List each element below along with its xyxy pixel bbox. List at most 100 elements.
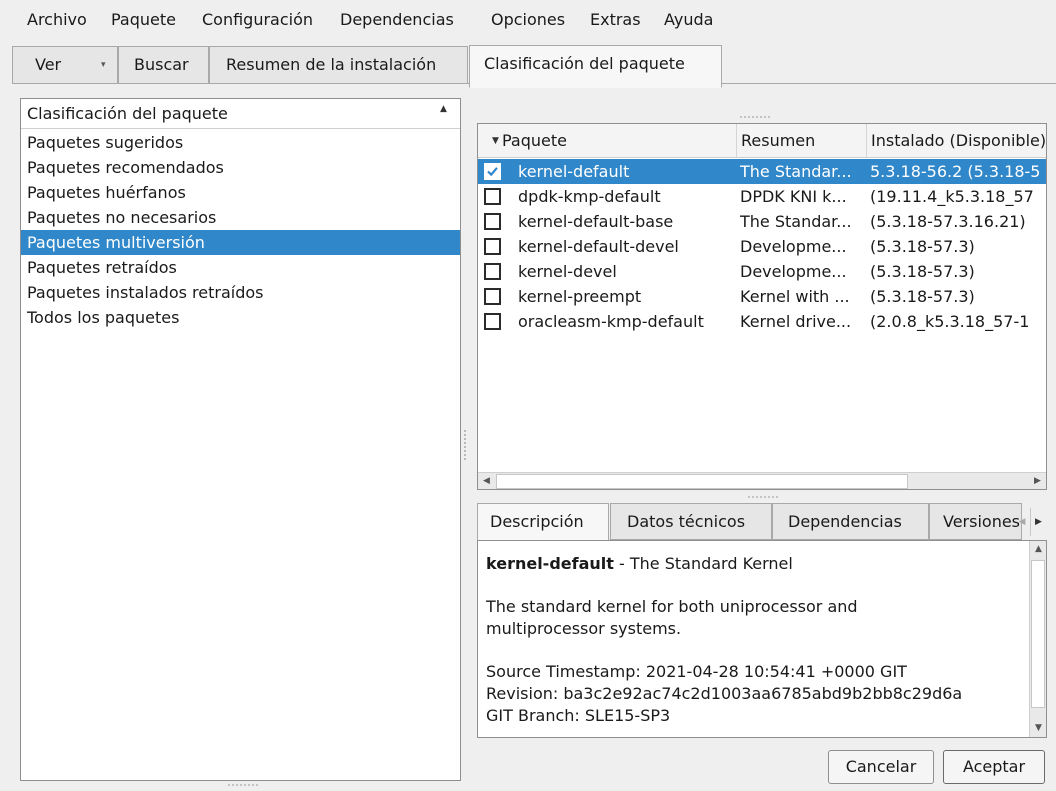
vertical-scroll-thumb[interactable]: [1031, 560, 1045, 708]
tab-buscar[interactable]: Buscar: [118, 46, 209, 84]
classification-header-label: Clasificación del paquete: [27, 104, 228, 123]
sort-down-icon: ▼: [492, 136, 499, 146]
vertical-scrollbar[interactable]: ▲ ▼: [1029, 541, 1046, 737]
package-summary: The Standar...: [740, 212, 852, 231]
menu-extras[interactable]: Extras: [590, 9, 641, 31]
package-name: kernel-preempt: [518, 287, 642, 306]
package-list: ▼ Paquete Resumen Instalado (Disponible)…: [477, 123, 1047, 490]
package-row[interactable]: dpdk-kmp-default DPDK KNI k... (19.11.4_…: [478, 184, 1046, 209]
package-checkbox[interactable]: [484, 288, 501, 305]
scroll-right-icon[interactable]: ▶: [1029, 473, 1046, 489]
classification-item-huerfanos[interactable]: Paquetes huérfanos: [21, 180, 460, 205]
column-resumen-label: Resumen: [741, 131, 816, 150]
sort-up-icon: ▲: [440, 104, 447, 114]
bottom-splitter-handle[interactable]: [228, 784, 258, 787]
package-version: 5.3.18-56.2 (5.3.18-5: [870, 162, 1041, 181]
classification-item-todos[interactable]: Todos los paquetes: [21, 305, 460, 330]
menu-opciones[interactable]: Opciones: [491, 9, 565, 31]
tab-scroll-right-icon[interactable]: ▶: [1030, 508, 1046, 536]
package-row[interactable]: kernel-default-base The Standar... (5.3.…: [478, 209, 1046, 234]
package-version: (5.3.18-57.3): [870, 237, 975, 256]
tab-descripcion[interactable]: Descripción: [477, 503, 609, 541]
description-timestamp: Source Timestamp: 2021-04-28 10:54:41 +0…: [486, 662, 907, 681]
horizontal-scrollbar[interactable]: ◀ ▶: [478, 472, 1046, 489]
package-description: kernel-default - The Standard Kernel The…: [477, 540, 1047, 738]
package-checkbox[interactable]: [484, 313, 501, 330]
package-summary: Kernel drive...: [740, 312, 852, 331]
tab-ver-label: Ver: [35, 55, 62, 74]
scroll-left-icon[interactable]: ◀: [478, 473, 495, 489]
package-row[interactable]: kernel-preempt Kernel with ... (5.3.18-5…: [478, 284, 1046, 309]
menu-configuracion[interactable]: Configuración: [202, 9, 313, 31]
tab-clasificacion-paquete[interactable]: Clasificación del paquete: [469, 45, 722, 88]
package-checkbox[interactable]: [484, 238, 501, 255]
package-name: oracleasm-kmp-default: [518, 312, 704, 331]
accept-button[interactable]: Aceptar: [943, 750, 1045, 784]
tab-versiones-label: Versiones: [943, 512, 1021, 531]
classification-item-retraidos[interactable]: Paquetes retraídos: [21, 255, 460, 280]
package-summary: The Standar...: [740, 162, 852, 181]
description-revision: Revision: ba3c2e92ac74c2d1003aa6785abd9b…: [486, 684, 963, 703]
horizontal-scroll-thumb[interactable]: [496, 474, 908, 489]
tab-resumen-label: Resumen de la instalación: [226, 55, 437, 74]
column-paquete-label: Paquete: [502, 131, 567, 150]
description-separator: -: [613, 554, 630, 573]
menu-archivo[interactable]: Archivo: [27, 9, 87, 31]
column-resumen[interactable]: Resumen: [737, 124, 867, 158]
vertical-splitter-handle[interactable]: [464, 430, 468, 460]
description-text-line: The standard kernel for both uniprocesso…: [486, 597, 858, 616]
classification-item-instalados-retraidos[interactable]: Paquetes instalados retraídos: [21, 280, 460, 305]
tab-ver[interactable]: Ver ▾: [12, 46, 118, 84]
tab-versiones[interactable]: Versiones: [929, 503, 1022, 540]
scroll-down-icon[interactable]: ▼: [1030, 720, 1046, 737]
menu-bar: Archivo Paquete Configuración Dependenci…: [0, 0, 1056, 38]
tab-scroll-left-icon[interactable]: ◀: [1014, 508, 1030, 536]
classification-header[interactable]: Clasificación del paquete ▲: [21, 99, 460, 129]
package-name: kernel-default-devel: [518, 237, 679, 256]
package-summary: Kernel with ...: [740, 287, 850, 306]
package-row[interactable]: kernel-devel Developme... (5.3.18-57.3): [478, 259, 1046, 284]
tab-buscar-label: Buscar: [134, 55, 189, 74]
column-instalado-label: Instalado (Disponible): [871, 131, 1047, 150]
checkmark-icon: [487, 167, 498, 177]
package-row[interactable]: kernel-default-devel Developme... (5.3.1…: [478, 234, 1046, 259]
dropdown-arrow-icon: ▾: [101, 60, 106, 70]
tab-dependencias-label: Dependencias: [788, 512, 902, 531]
package-checkbox[interactable]: [484, 263, 501, 280]
description-title: kernel-default - The Standard Kernel: [486, 554, 793, 573]
top-splitter-handle[interactable]: [740, 116, 770, 119]
package-row[interactable]: oracleasm-kmp-default Kernel drive... (2…: [478, 309, 1046, 334]
cancel-button[interactable]: Cancelar: [828, 750, 934, 784]
column-instalado[interactable]: Instalado (Disponible): [867, 124, 1047, 158]
classification-item-recomendados[interactable]: Paquetes recomendados: [21, 155, 460, 180]
package-list-header: ▼ Paquete Resumen Instalado (Disponible): [478, 124, 1047, 158]
description-git-branch: GIT Branch: SLE15-SP3: [486, 706, 671, 725]
package-row[interactable]: kernel-default The Standar... 5.3.18-56.…: [478, 159, 1046, 184]
tab-dependencias[interactable]: Dependencias: [772, 503, 929, 540]
package-summary: Developme...: [740, 262, 847, 281]
scroll-up-icon[interactable]: ▲: [1030, 541, 1046, 558]
package-version: (5.3.18-57.3): [870, 287, 975, 306]
package-name: dpdk-kmp-default: [518, 187, 661, 206]
package-name: kernel-devel: [518, 262, 617, 281]
tab-descripcion-label: Descripción: [490, 512, 584, 531]
tab-resumen-instalacion[interactable]: Resumen de la instalación: [209, 46, 468, 84]
package-checkbox[interactable]: [484, 188, 501, 205]
classification-item-multiversion[interactable]: Paquetes multiversión: [21, 230, 460, 255]
menu-ayuda[interactable]: Ayuda: [664, 9, 713, 31]
tab-datos-tecnicos[interactable]: Datos técnicos: [610, 503, 772, 540]
package-summary: DPDK KNI k...: [740, 187, 847, 206]
tab-datos-label: Datos técnicos: [627, 512, 746, 531]
menu-paquete[interactable]: Paquete: [111, 9, 176, 31]
list-detail-splitter-handle[interactable]: [748, 496, 778, 499]
package-version: (5.3.18-57.3.16.21): [870, 212, 1026, 231]
menu-dependencias[interactable]: Dependencias: [340, 9, 454, 31]
package-name: kernel-default: [518, 162, 630, 181]
column-paquete[interactable]: ▼ Paquete: [478, 124, 737, 158]
package-checkbox[interactable]: [484, 163, 501, 180]
classification-item-no-necesarios[interactable]: Paquetes no necesarios: [21, 205, 460, 230]
package-checkbox[interactable]: [484, 213, 501, 230]
classification-item-sugeridos[interactable]: Paquetes sugeridos: [21, 130, 460, 155]
description-package-title: The Standard Kernel: [629, 554, 793, 573]
package-version: (2.0.8_k5.3.18_57-1: [870, 312, 1030, 331]
